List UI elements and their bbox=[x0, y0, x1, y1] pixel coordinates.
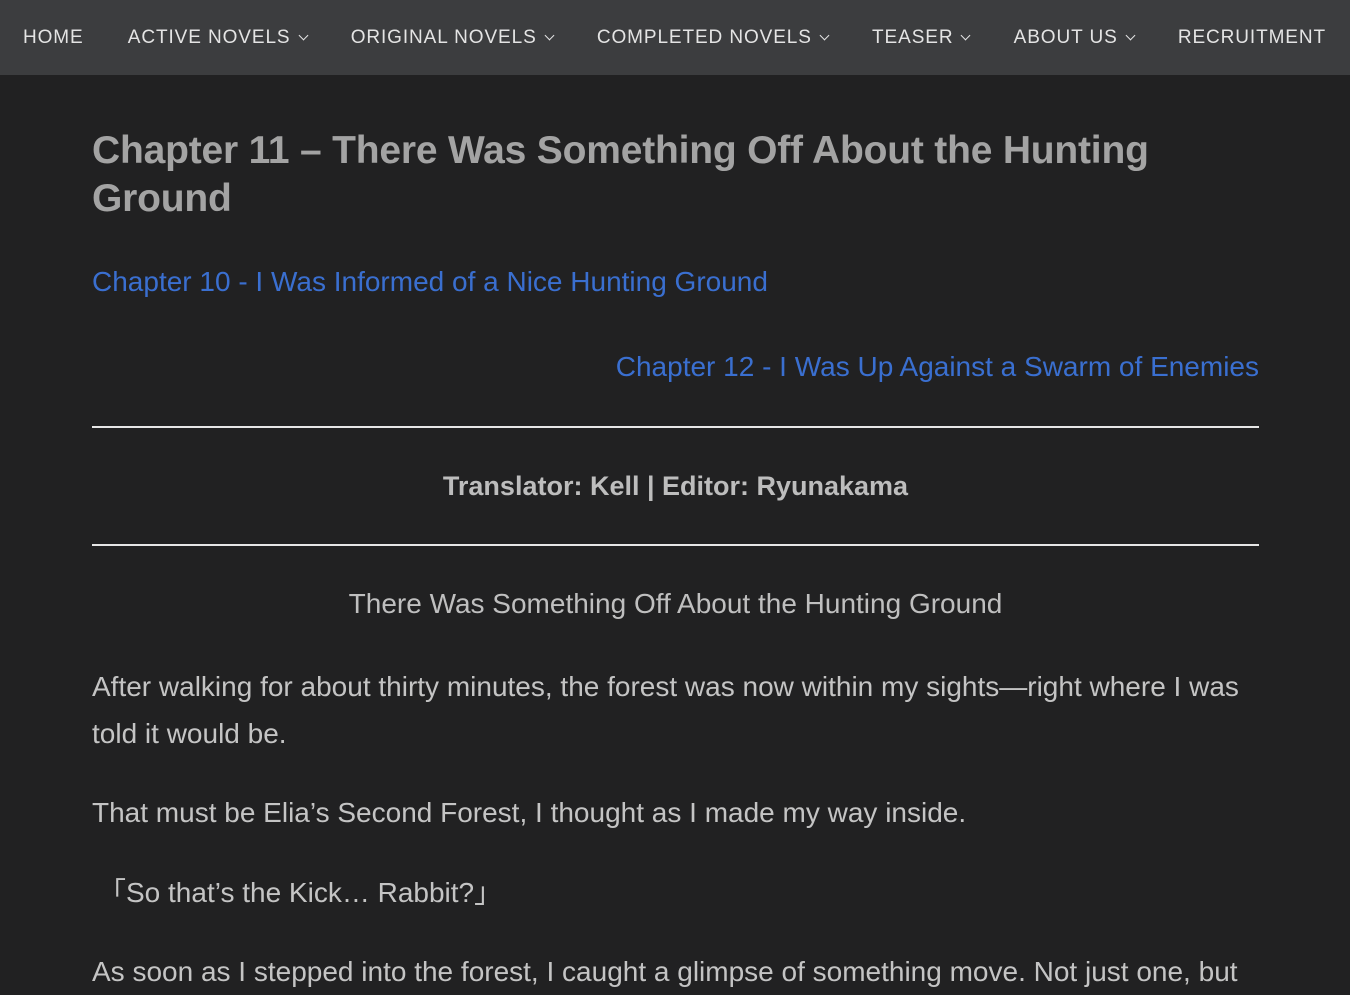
nav-about-us-label: ABOUT US bbox=[1013, 26, 1118, 48]
story-paragraph: After walking for about thirty minutes, … bbox=[92, 671, 1239, 749]
nav-completed-novels-label: COMPLETED NOVELS bbox=[596, 26, 812, 48]
nav-original-novels-label: ORIGINAL NOVELS bbox=[350, 26, 537, 48]
chevron-down-icon bbox=[819, 30, 830, 40]
next-chapter-container: Chapter 12 - I Was Up Against a Swarm of… bbox=[92, 347, 1259, 392]
translator-editor-credits: Translator: Kell | Editor: Ryunakama bbox=[442, 471, 909, 501]
chevron-down-icon bbox=[544, 30, 555, 40]
chapter-content: Chapter 11 – There Was Something Off Abo… bbox=[92, 75, 1259, 995]
story-paragraph: As soon as I stepped into the forest, I … bbox=[92, 956, 1238, 987]
nav-home[interactable]: HOME bbox=[23, 27, 84, 49]
divider bbox=[92, 426, 1259, 428]
previous-chapter-link[interactable]: Chapter 10 - I Was Informed of a Nice Hu… bbox=[92, 262, 1259, 302]
nav-active-novels[interactable]: ACTIVE NOVELS bbox=[127, 26, 308, 49]
nav-completed-novels[interactable]: COMPLETED NOVELS bbox=[596, 26, 830, 49]
nav-home-label: HOME bbox=[23, 26, 84, 48]
nav-active-novels-label: ACTIVE NOVELS bbox=[127, 26, 291, 48]
nav-recruitment-label: RECRUITMENT bbox=[1177, 26, 1326, 48]
nav-original-novels[interactable]: ORIGINAL NOVELS bbox=[350, 26, 555, 49]
nav-teaser[interactable]: TEASER bbox=[872, 26, 971, 49]
chevron-down-icon bbox=[1125, 30, 1136, 40]
story-paragraph: 「So that’s the Kick… Rabbit?」 bbox=[98, 877, 503, 908]
next-chapter-link[interactable]: Chapter 12 - I Was Up Against a Swarm of… bbox=[616, 351, 1259, 382]
nav-about-us[interactable]: ABOUT US bbox=[1013, 26, 1136, 49]
nav-teaser-label: TEASER bbox=[872, 26, 954, 48]
chapter-title: Chapter 11 – There Was Something Off Abo… bbox=[92, 129, 1149, 220]
chevron-down-icon bbox=[298, 30, 308, 40]
chevron-down-icon bbox=[961, 30, 971, 40]
story-paragraph: That must be Elia’s Second Forest, I tho… bbox=[92, 797, 967, 828]
divider bbox=[92, 544, 1259, 546]
chapter-subtitle: There Was Something Off About the Huntin… bbox=[348, 588, 1003, 619]
top-navigation: HOME ACTIVE NOVELS ORIGINAL NOVELS COMPL… bbox=[0, 0, 1350, 75]
nav-recruitment[interactable]: RECRUITMENT bbox=[1178, 27, 1326, 49]
